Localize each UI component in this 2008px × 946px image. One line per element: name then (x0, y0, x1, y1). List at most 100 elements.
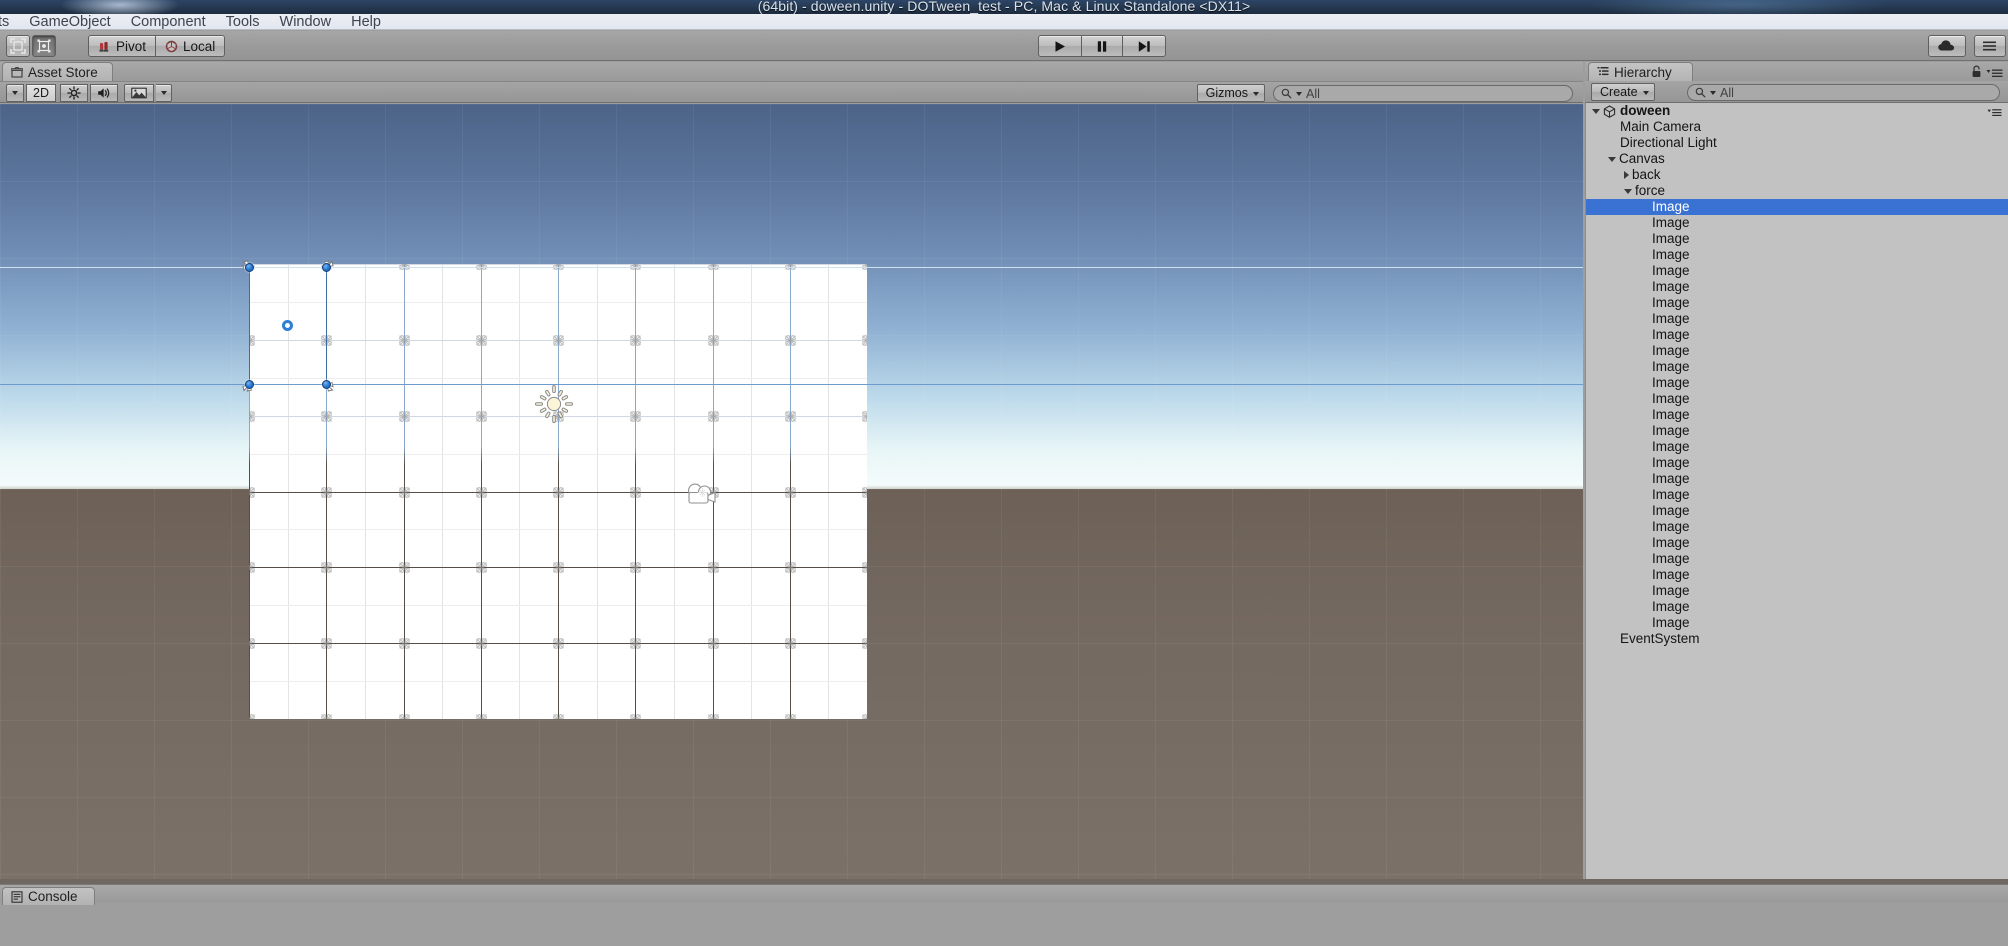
hierarchy-row[interactable]: Image (1586, 455, 2008, 471)
lighting-toggle[interactable] (60, 84, 88, 102)
play-icon (1055, 40, 1065, 52)
hierarchy-row[interactable]: Image (1586, 439, 2008, 455)
hierarchy-row[interactable]: Image (1586, 231, 2008, 247)
hierarchy-icon (1597, 67, 1609, 76)
hierarchy-row[interactable]: Image (1586, 423, 2008, 439)
hierarchy-row[interactable]: Image (1586, 279, 2008, 295)
canvas-grid-major-line (249, 643, 867, 644)
hierarchy-row[interactable]: Image (1586, 503, 2008, 519)
hierarchy-row[interactable]: Image (1586, 599, 2008, 615)
audio-toggle[interactable] (90, 84, 118, 102)
scene-viewport[interactable] (0, 104, 1583, 884)
menu-window[interactable]: Window (270, 14, 342, 30)
hierarchy-row[interactable]: Image (1586, 407, 2008, 423)
hierarchy-row-label: Image (1652, 295, 1690, 310)
hierarchy-row[interactable]: EventSystem (1586, 631, 2008, 647)
pause-button[interactable] (1082, 35, 1123, 57)
world-grid-line (0, 258, 1583, 259)
tab-hierarchy-label: Hierarchy (1614, 64, 1672, 80)
menu-help[interactable]: Help (341, 14, 391, 30)
hierarchy-row[interactable]: Image (1586, 311, 2008, 327)
hierarchy-row[interactable]: Image (1586, 215, 2008, 231)
play-button[interactable] (1038, 35, 1082, 57)
gizmos-dropdown-button[interactable]: Gizmos (1196, 84, 1265, 102)
scene-search-field[interactable]: All (1273, 85, 1573, 102)
world-grid-line (1386, 104, 1387, 884)
chevron-down-icon (160, 91, 167, 95)
expander-open-icon[interactable] (1592, 108, 1600, 114)
hierarchy-row[interactable]: Image (1586, 263, 2008, 279)
cloud-icon (1938, 40, 1955, 51)
world-grid-line (154, 104, 155, 884)
hierarchy-row[interactable]: Image (1586, 295, 2008, 311)
world-grid-line (1309, 104, 1310, 884)
hierarchy-row[interactable]: Image (1586, 535, 2008, 551)
hierarchy-row[interactable]: Image (1586, 487, 2008, 503)
effects-dropdown[interactable] (156, 84, 172, 102)
world-grid-line (0, 104, 1, 884)
hierarchy-row[interactable]: back (1586, 167, 2008, 183)
hierarchy-search-field[interactable]: All (1687, 84, 2000, 101)
hierarchy-row[interactable]: Image (1586, 615, 2008, 631)
chevron-down-icon (1253, 92, 1259, 96)
hierarchy-row-label: Image (1652, 503, 1690, 518)
collab-cloud-button[interactable] (1928, 35, 1966, 57)
hierarchy-row[interactable]: doween (1586, 103, 2008, 119)
create-button[interactable]: Create (1591, 83, 1655, 101)
space-toggle-button[interactable]: Local (156, 35, 226, 57)
hierarchy-row-selected[interactable]: Image (1586, 199, 2008, 215)
hierarchy-row[interactable]: Image (1586, 375, 2008, 391)
hierarchy-row[interactable]: Image (1586, 471, 2008, 487)
tab-hierarchy[interactable]: Hierarchy (1588, 62, 1693, 81)
main-toolbar: Pivot Local (0, 31, 2008, 61)
expander-open-icon[interactable] (1608, 156, 1616, 162)
window-title: (64bit) - doween.unity - DOTween_test - … (757, 0, 1251, 14)
hierarchy-row-label: Image (1652, 583, 1690, 598)
create-label: Create (1600, 85, 1638, 99)
canvas-grid-major-line (249, 567, 867, 568)
hierarchy-row[interactable]: force (1586, 183, 2008, 199)
rect-transform-tool-button[interactable] (6, 35, 30, 57)
menu-tools[interactable]: Tools (216, 14, 270, 30)
hierarchy-row[interactable]: Image (1586, 583, 2008, 599)
hierarchy-row[interactable]: Image (1586, 391, 2008, 407)
hierarchy-row[interactable]: Image (1586, 551, 2008, 567)
expander-open-icon[interactable] (1624, 188, 1632, 194)
expander-closed-icon[interactable] (1624, 171, 1629, 179)
hierarchy-row[interactable]: Image (1586, 359, 2008, 375)
rect-transform-icon (10, 38, 26, 54)
hierarchy-row[interactable]: Image (1586, 567, 2008, 583)
hierarchy-row[interactable]: Canvas (1586, 151, 2008, 167)
pivot-toggle-button[interactable]: Pivot (88, 35, 157, 57)
world-grid-line (1155, 104, 1156, 884)
hierarchy-row[interactable]: Image (1586, 327, 2008, 343)
hierarchy-row[interactable]: Image (1586, 343, 2008, 359)
draw-mode-dropdown[interactable] (6, 84, 24, 102)
asset-store-icon (11, 67, 23, 78)
hierarchy-row[interactable]: Image (1586, 247, 2008, 263)
menu-component[interactable]: Component (121, 14, 216, 30)
scale-tool-button[interactable] (32, 35, 56, 57)
hierarchy-row[interactable]: Image (1586, 519, 2008, 535)
hierarchy-row[interactable]: Main Camera (1586, 119, 2008, 135)
world-grid-line (0, 181, 1583, 182)
hierarchy-tree[interactable]: doween Main Camera Directional Light Canvas… (1585, 103, 2008, 884)
mode-2d-toggle[interactable]: 2D (26, 84, 56, 102)
scale-tool-icon (37, 39, 51, 53)
menu-ts[interactable]: ts (0, 14, 19, 30)
hierarchy-row-label: Image (1652, 359, 1690, 374)
step-button[interactable] (1123, 35, 1166, 57)
hierarchy-row[interactable]: Directional Light (1586, 135, 2008, 151)
menu-gameobject[interactable]: GameObject (19, 14, 120, 30)
chevron-down-icon (12, 91, 18, 95)
tab-console[interactable]: Console (2, 887, 95, 905)
account-button[interactable] (1974, 35, 2006, 57)
scene-panel-bottom (0, 904, 1583, 946)
tab-asset-store[interactable]: Asset Store (2, 62, 113, 81)
effects-toggle[interactable] (124, 84, 154, 102)
